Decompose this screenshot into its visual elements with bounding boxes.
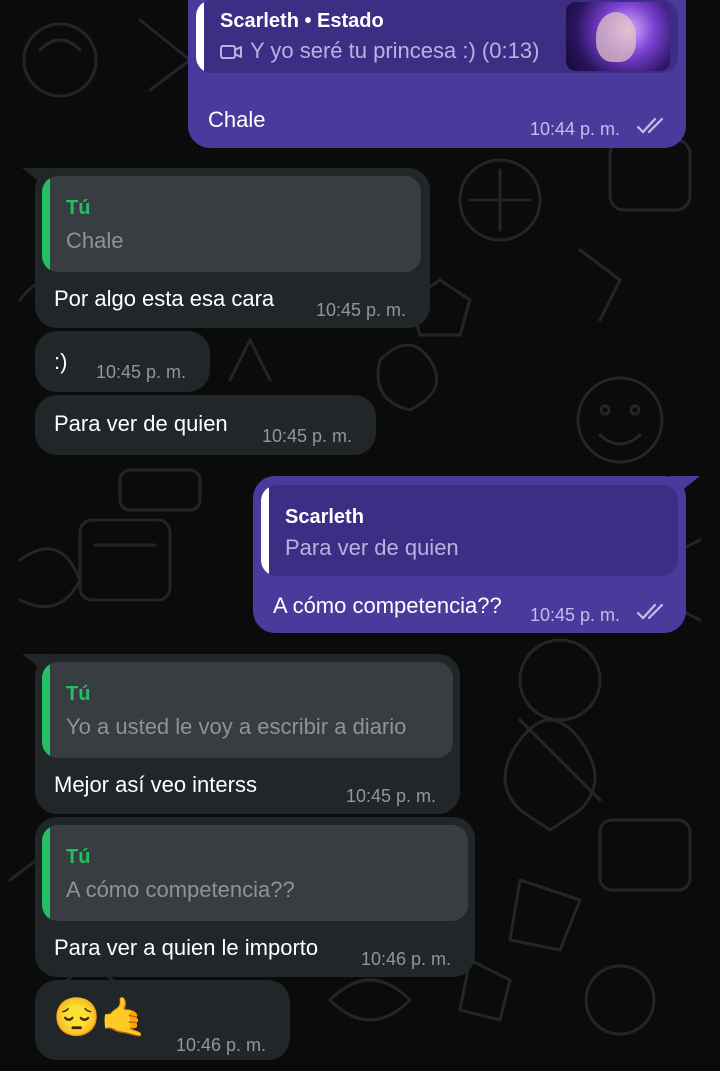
message-time: 10:45 p. m.	[530, 605, 621, 625]
read-ticks-icon	[636, 117, 664, 134]
reply-sender-name: Scarleth	[285, 506, 364, 528]
reply-accent-bar	[42, 176, 50, 272]
message-bubble-outgoing[interactable]: Scarleth • Estado Y yo seré tu princesa …	[188, 0, 686, 148]
message-emoji: 😔🤙	[53, 997, 148, 1039]
message-bubble-incoming[interactable]: 😔🤙 10:46 p. m.	[35, 980, 290, 1060]
message-text: Por algo esta esa cara	[54, 286, 275, 311]
message-time: 10:45 p. m.	[316, 300, 407, 320]
message-time: 10:46 p. m.	[361, 949, 452, 969]
reply-sender-name: Tú	[66, 197, 91, 219]
video-icon	[220, 45, 242, 59]
reply-accent-bar	[42, 825, 50, 921]
message-text: Chale	[208, 107, 266, 132]
message-text: :)	[54, 349, 68, 374]
message-bubble-incoming[interactable]: Para ver de quien 10:45 p. m.	[35, 395, 376, 455]
reply-sender-name: Tú	[66, 846, 91, 868]
message-time: 10:46 p. m.	[176, 1035, 267, 1055]
reply-accent-bar	[42, 662, 50, 758]
reply-preview[interactable]: Scarleth Para ver de quien	[261, 485, 678, 576]
message-bubble-incoming[interactable]: :) 10:45 p. m.	[35, 331, 210, 392]
reply-text: Para ver de quien	[285, 535, 459, 560]
message-time: 10:44 p. m.	[530, 119, 621, 139]
reply-text: A cómo competencia??	[66, 877, 295, 902]
reply-preview[interactable]: Tú A cómo competencia??	[42, 825, 468, 921]
reply-text: Chale	[66, 228, 124, 253]
reply-text: Y yo seré tu princesa :) (0:13)	[250, 38, 540, 63]
reply-sender-name: Tú	[66, 683, 91, 705]
read-ticks-icon	[636, 603, 664, 620]
status-thumbnail[interactable]	[566, 2, 670, 71]
message-bubble-incoming[interactable]: Tú Yo a usted le voy a escribir a diario…	[35, 654, 460, 814]
message-time: 10:45 p. m.	[96, 362, 187, 382]
reply-sender-name: Scarleth • Estado	[220, 10, 384, 32]
reply-accent-bar	[261, 485, 269, 576]
message-text: Para ver a quien le importo	[54, 935, 319, 960]
message-text: Mejor así veo interss	[54, 772, 257, 797]
reply-accent-bar	[196, 0, 204, 73]
message-time: 10:45 p. m.	[346, 786, 437, 806]
message-bubble-incoming[interactable]: Tú A cómo competencia?? Para ver a quien…	[35, 817, 475, 977]
reply-text: Yo a usted le voy a escribir a diario	[66, 714, 407, 739]
message-time: 10:45 p. m.	[262, 426, 353, 446]
reply-preview[interactable]: Tú Chale	[42, 176, 421, 272]
reply-preview[interactable]: Tú Yo a usted le voy a escribir a diario	[42, 662, 453, 758]
message-text: A cómo competencia??	[273, 593, 502, 618]
message-bubble-outgoing[interactable]: Scarleth Para ver de quien A cómo compet…	[253, 476, 686, 633]
message-bubble-incoming[interactable]: Tú Chale Por algo esta esa cara 10:45 p.…	[35, 168, 430, 328]
reply-preview[interactable]: Scarleth • Estado Y yo seré tu princesa …	[196, 0, 678, 73]
message-text: Para ver de quien	[54, 411, 228, 436]
